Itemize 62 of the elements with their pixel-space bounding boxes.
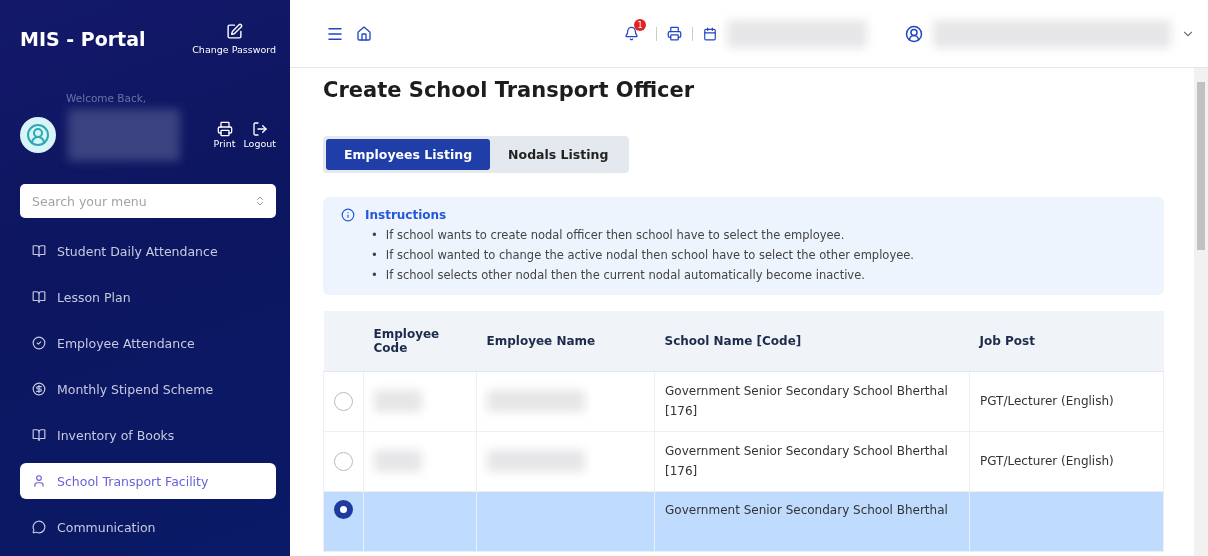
notification-count: 1 [634, 19, 646, 31]
book-icon [32, 244, 46, 258]
print-icon[interactable] [667, 26, 682, 41]
avatar-icon [20, 117, 56, 153]
check-circle-icon [32, 336, 46, 350]
brand-title: MIS - Portal [20, 28, 146, 50]
user-icon [32, 474, 46, 488]
change-password-button[interactable]: Change Password [192, 23, 276, 55]
menu-search-field[interactable]: Search your menu [20, 184, 276, 218]
sidebar-item-label: School Transport Facility [57, 473, 209, 489]
column-header: School Name [Code] [654, 311, 970, 371]
book-icon [32, 290, 46, 304]
chat-icon [32, 520, 46, 534]
radio-button[interactable] [334, 391, 353, 411]
table-cell: PGT/Lecturer (English) [969, 431, 1164, 491]
column-header: Job Post [969, 311, 1164, 371]
radio-button[interactable] [334, 451, 353, 471]
notification-button[interactable]: 1 [624, 19, 646, 41]
sidebar-item-label: Employee Attendance [57, 335, 195, 351]
home-icon[interactable] [356, 25, 372, 42]
tab[interactable]: Employees Listing [326, 139, 491, 170]
tab[interactable]: Nodals Listing [490, 139, 627, 170]
column-header: Employee Name [476, 311, 655, 371]
edit-icon [225, 23, 243, 40]
sidebar-item-label: Inventory of Books [57, 427, 175, 443]
radio-button[interactable] [334, 499, 353, 519]
bullet: • [371, 227, 378, 244]
sidebar-item[interactable]: Employee Attendance [20, 325, 276, 361]
table-cell: PGT/Lecturer (English) [969, 371, 1164, 431]
bullet: • [371, 267, 378, 284]
sidebar-item-label: Monthly Stipend Scheme [57, 381, 214, 397]
up-down-chevron-icon [254, 195, 266, 207]
welcome-text: Welcome Back, [66, 92, 148, 104]
printer-icon [216, 121, 233, 137]
sidebar-item-label: Communication [57, 519, 156, 535]
sidebar-item[interactable]: Lesson Plan [20, 279, 276, 315]
instructions-title: Instructions [365, 208, 447, 222]
sidebar-item-label: Lesson Plan [57, 289, 131, 305]
user-icon[interactable] [905, 24, 923, 43]
sidebar-item[interactable]: Inventory of Books [20, 417, 276, 453]
calendar-icon [703, 26, 717, 41]
sidebar-item-label: Student Daily Attendance [57, 243, 218, 259]
sidebar-item[interactable]: Communication [20, 509, 276, 545]
sidebar-item[interactable]: Student Daily Attendance [20, 233, 276, 269]
instruction-item: If school selects other nodal then the current nodal automatically become inactive. [385, 267, 865, 284]
sidebar-item[interactable]: School Transport Facility [20, 463, 276, 499]
logout-icon [251, 121, 268, 137]
page-title: Create School Transport Officer [323, 78, 696, 104]
table-cell: Government Senior Secondary School Bherthal [654, 491, 970, 551]
table-cell: Government Senior Secondary School Bherthal [176] [654, 371, 970, 431]
scrollbar-thumb[interactable] [1197, 82, 1205, 250]
instruction-item: If school wanted to change the active nodal then school have to select the other employee. [385, 247, 915, 264]
sidebar-item[interactable]: Monthly Stipend Scheme [20, 371, 276, 407]
coin-icon [32, 382, 46, 396]
table-cell: Government Senior Secondary School Bherthal [176] [654, 431, 970, 491]
bullet: • [371, 247, 378, 264]
logout-button[interactable]: Logout [243, 121, 276, 149]
info-icon [341, 208, 355, 222]
instruction-item: If school wants to create nodal officer then school have to select the employee. [385, 227, 845, 244]
print-button[interactable]: Print [213, 121, 236, 149]
book-icon [32, 428, 46, 442]
column-header: Employee Code [363, 311, 477, 371]
